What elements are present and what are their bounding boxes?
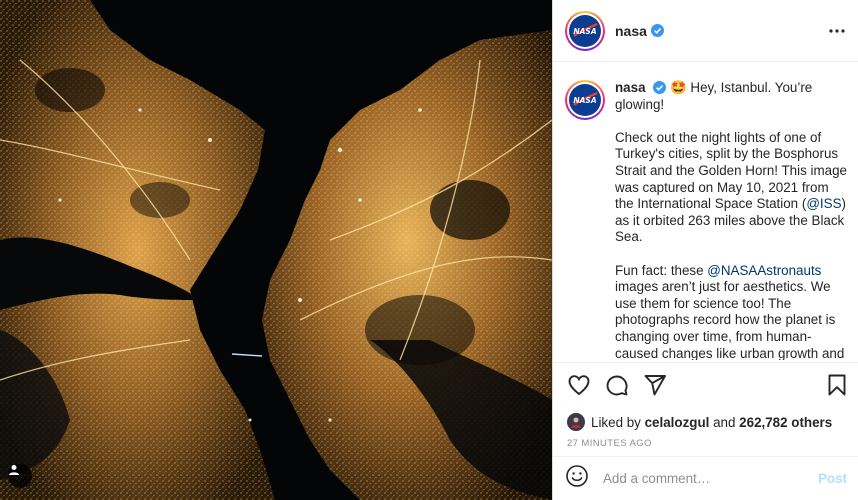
username-link[interactable]: nasa — [615, 23, 647, 39]
liker-avatar[interactable] — [567, 413, 585, 431]
likes-count-link[interactable]: 262,782 others — [739, 415, 832, 430]
svg-text:NASA: NASA — [573, 27, 596, 36]
caption-text: nasa 🤩 Hey, Istanbul. You’re glowing! Ch… — [615, 80, 848, 360]
tagged-users-button[interactable] — [8, 464, 32, 488]
caption-paragraph-2: Check out the night lights of one of Tur… — [615, 130, 848, 246]
comment-icon — [606, 375, 628, 395]
caption-area: NASA nasa 🤩 Hey, Istanbul. You’re glowin… — [553, 62, 858, 360]
user-icon — [9, 465, 19, 475]
more-options-button[interactable] — [828, 22, 846, 45]
comment-bar: Post — [553, 456, 858, 500]
post-timestamp[interactable]: 27 MINUTES AGO — [567, 438, 849, 449]
caption-text-span: images aren’t just for aesthetics. We us… — [615, 279, 845, 360]
caption-text-span: Fun fact: these — [615, 262, 708, 278]
liker-username-link[interactable]: celalozgul — [645, 415, 710, 430]
post-header: NASA nasa — [553, 0, 858, 62]
save-button[interactable] — [825, 373, 849, 402]
avatar[interactable]: NASA — [565, 10, 605, 51]
verified-badge-icon — [653, 81, 667, 94]
post-photo[interactable] — [0, 0, 552, 500]
post-comment-button[interactable]: Post — [818, 471, 847, 486]
heart-icon — [568, 374, 590, 395]
likes-middle: and — [713, 414, 736, 430]
caption-username[interactable]: nasa — [615, 80, 646, 95]
svg-text:NASA: NASA — [573, 96, 596, 105]
comment-button[interactable] — [605, 373, 629, 402]
bookmark-icon — [828, 374, 846, 395]
istanbul-night-image — [0, 0, 552, 500]
post-sidebar: NASA nasa NASA nasa 🤩 Hey, Istanbul. You… — [552, 0, 858, 500]
action-bar: Liked by celalozgul and 262,782 others 2… — [553, 362, 858, 449]
verified-badge-icon — [650, 24, 664, 37]
emoji-button[interactable] — [565, 464, 589, 493]
ellipsis-icon — [829, 29, 845, 33]
like-button[interactable] — [567, 373, 591, 402]
comment-input[interactable] — [603, 471, 818, 486]
nasa-logo-icon: NASA — [569, 14, 601, 47]
person-icon — [571, 417, 581, 428]
star-struck-emoji: 🤩 — [670, 80, 687, 95]
likes-summary: Liked by celalozgul and 262,782 others — [567, 413, 849, 431]
instagram-post: NASA nasa NASA nasa 🤩 Hey, Istanbul. You… — [0, 0, 858, 500]
mention-iss-link[interactable]: @ISS — [806, 196, 841, 211]
caption-avatar[interactable]: NASA — [565, 80, 605, 120]
mention-astronauts-link[interactable]: @NASAAstronauts — [707, 263, 821, 278]
nasa-logo-icon: NASA — [569, 84, 601, 116]
likes-prefix: Liked by — [591, 414, 641, 430]
share-icon — [644, 374, 666, 395]
share-button[interactable] — [643, 373, 667, 402]
caption-paragraph-3: Fun fact: these @NASAAstronauts images a… — [615, 263, 848, 360]
smiley-icon — [566, 465, 588, 487]
